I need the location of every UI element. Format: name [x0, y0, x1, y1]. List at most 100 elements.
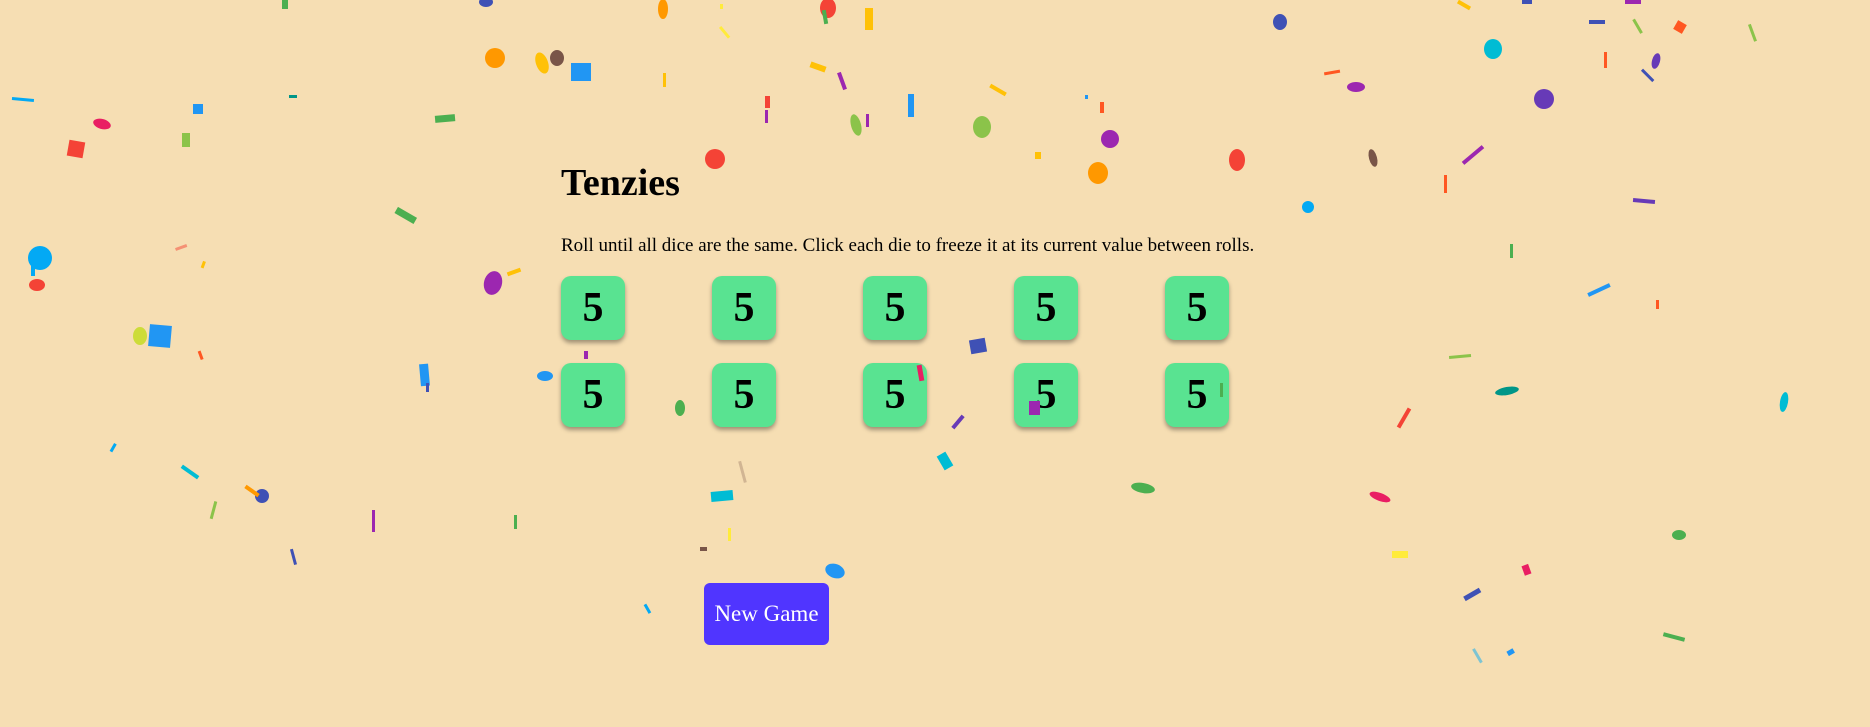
confetti-piece [1347, 82, 1365, 92]
die-1[interactable]: 5 [561, 276, 625, 340]
confetti-piece [1656, 300, 1659, 309]
confetti-piece [1672, 530, 1686, 540]
die-5[interactable]: 5 [1165, 276, 1229, 340]
instructions-text: Roll until all dice are the same. Click … [561, 235, 1255, 256]
confetti-piece [1396, 407, 1412, 429]
confetti-piece [372, 510, 375, 532]
confetti-piece [1587, 283, 1611, 297]
confetti-piece [973, 116, 991, 138]
confetti-piece [1463, 587, 1482, 602]
die-2[interactable]: 5 [712, 276, 776, 340]
confetti-piece [1302, 201, 1314, 213]
confetti-piece [1461, 145, 1485, 165]
confetti-piece [244, 484, 260, 498]
confetti-piece [180, 464, 200, 480]
confetti-piece [1472, 648, 1483, 664]
confetti-piece [109, 443, 117, 453]
confetti-piece [1651, 53, 1661, 69]
confetti-piece [535, 52, 549, 74]
confetti-piece [1131, 482, 1155, 494]
die-9[interactable]: 5 [1014, 363, 1078, 427]
confetti-piece [1495, 386, 1519, 396]
confetti-piece [193, 104, 203, 114]
confetti-piece [1101, 130, 1119, 148]
confetti-piece [718, 25, 731, 39]
confetti-piece [1484, 39, 1502, 59]
confetti-piece [11, 97, 35, 102]
confetti-piece [1368, 149, 1378, 167]
confetti-piece [175, 244, 188, 251]
confetti-piece [705, 149, 725, 169]
confetti-piece [148, 324, 172, 348]
confetti-piece [1510, 244, 1513, 258]
confetti-piece [1085, 95, 1088, 99]
confetti-piece [514, 515, 517, 529]
confetti-piece [93, 118, 111, 130]
confetti-piece [821, 9, 829, 25]
confetti-piece [1625, 0, 1641, 4]
confetti-piece [710, 490, 734, 502]
die-8[interactable]: 5 [863, 363, 927, 427]
confetti-piece [700, 547, 707, 551]
confetti-piece [1456, 0, 1472, 11]
confetti-piece [200, 260, 206, 269]
confetti-piece [1632, 18, 1643, 34]
confetti-piece [1392, 551, 1408, 558]
confetti-piece [720, 4, 723, 9]
confetti-piece [1779, 392, 1789, 412]
confetti-piece [765, 96, 770, 108]
confetti-piece [28, 246, 52, 270]
confetti-piece [483, 271, 503, 295]
die-3[interactable]: 5 [863, 276, 927, 340]
confetti-piece [1273, 14, 1287, 30]
die-6[interactable]: 5 [561, 363, 625, 427]
confetti-piece [1035, 152, 1041, 159]
confetti-piece [866, 114, 869, 127]
confetti-piece [663, 73, 666, 87]
confetti-piece [289, 548, 298, 565]
confetti-piece [1747, 23, 1757, 42]
dice-grid: 5 5 5 5 5 5 5 5 5 5 [561, 276, 1229, 427]
confetti-piece [550, 50, 564, 66]
confetti-piece [1506, 648, 1515, 657]
confetti-piece [850, 114, 862, 136]
confetti-piece [820, 0, 836, 18]
confetti-piece [728, 528, 731, 541]
confetti-piece [738, 460, 747, 483]
confetti-piece [865, 8, 873, 30]
page-title: Tenzies [561, 162, 680, 204]
confetti-piece [1632, 198, 1656, 204]
confetti-piece [182, 133, 190, 147]
confetti-piece [908, 94, 914, 117]
confetti-piece [1589, 20, 1605, 24]
confetti-piece [66, 139, 86, 159]
confetti-piece [394, 206, 418, 224]
confetti-piece [809, 61, 827, 73]
confetti-piece [282, 0, 288, 9]
confetti-piece [643, 603, 652, 614]
confetti-piece [658, 0, 668, 19]
confetti-piece [1369, 491, 1391, 503]
confetti-piece [837, 71, 847, 91]
confetti-piece [1534, 89, 1554, 109]
confetti-piece [1323, 69, 1341, 76]
confetti-piece [1522, 0, 1532, 4]
confetti-piece [506, 267, 522, 277]
confetti-piece [419, 363, 430, 387]
confetti-piece [1673, 20, 1687, 34]
confetti-piece [571, 63, 591, 81]
confetti-piece [31, 262, 35, 276]
new-game-button[interactable]: New Game [704, 583, 829, 645]
tenzies-page: { "colors": { "background": "#f6deb3", "… [0, 0, 1870, 727]
die-4[interactable]: 5 [1014, 276, 1078, 340]
confetti-piece [936, 451, 954, 471]
confetti-piece [765, 110, 768, 123]
confetti-piece [29, 279, 45, 291]
die-7[interactable]: 5 [712, 363, 776, 427]
confetti-piece [1444, 175, 1447, 193]
die-10[interactable]: 5 [1165, 363, 1229, 427]
confetti-piece [1662, 632, 1686, 642]
confetti-piece [825, 563, 845, 579]
confetti-piece [1604, 52, 1607, 68]
confetti-piece [434, 114, 456, 123]
